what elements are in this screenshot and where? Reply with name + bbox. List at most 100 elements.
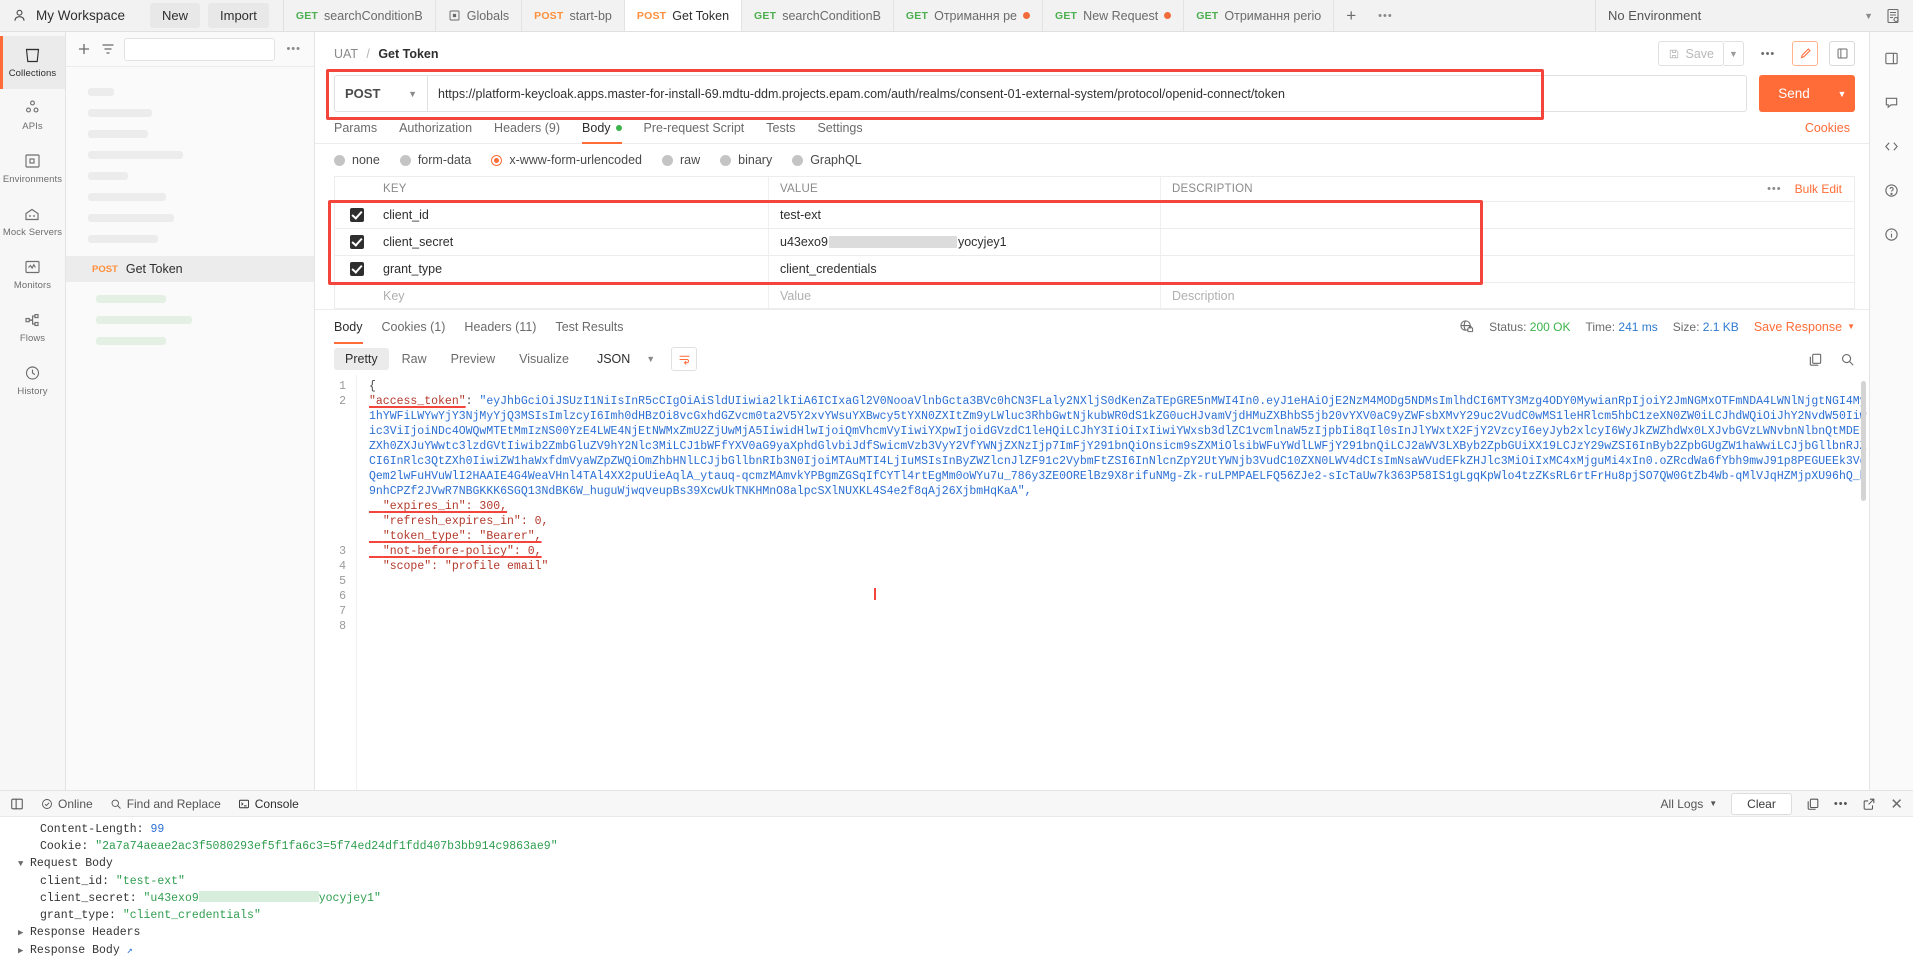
clear-console-button[interactable]: Clear bbox=[1731, 792, 1792, 815]
copy-icon[interactable] bbox=[1808, 352, 1823, 367]
tab-authorization[interactable]: Authorization bbox=[399, 112, 472, 144]
wrap-lines-icon[interactable] bbox=[671, 347, 698, 371]
cell-description-placeholder[interactable]: Description bbox=[1161, 283, 1759, 308]
popout-icon[interactable]: ↗ bbox=[127, 946, 133, 957]
checkbox-icon[interactable] bbox=[350, 235, 364, 249]
cell-description[interactable] bbox=[1161, 256, 1759, 282]
disclosure-triangle-icon[interactable]: ▶ bbox=[18, 925, 30, 942]
row-checkbox-cell[interactable] bbox=[335, 235, 379, 249]
list-item[interactable] bbox=[88, 130, 148, 138]
table-row[interactable]: client_secret u43exo9 yocyjey1 bbox=[334, 228, 1855, 255]
bulk-edit-link[interactable]: Bulk Edit bbox=[1795, 182, 1842, 196]
body-type-raw[interactable]: raw bbox=[662, 153, 700, 167]
request-tab[interactable]: GET searchConditionB bbox=[742, 0, 894, 31]
send-options-caret[interactable]: ▼ bbox=[1829, 75, 1855, 112]
cell-description[interactable] bbox=[1161, 229, 1759, 255]
request-tab[interactable]: GET Отримання ре bbox=[893, 0, 1043, 31]
sidebar-item-flows[interactable]: Flows bbox=[0, 301, 65, 354]
save-response-button[interactable]: Save Response ▼ bbox=[1754, 320, 1855, 334]
import-button[interactable]: Import bbox=[208, 3, 269, 28]
environment-quicklook-icon[interactable] bbox=[1885, 8, 1901, 24]
row-checkbox-cell[interactable] bbox=[335, 262, 379, 276]
console-line[interactable]: Content-Length: 99 bbox=[0, 821, 1913, 838]
filter-icon[interactable] bbox=[100, 41, 116, 57]
response-format-select[interactable]: JSON ▼ bbox=[590, 348, 662, 370]
console-line[interactable]: ▼ Request Body bbox=[0, 855, 1913, 873]
disclosure-triangle-icon[interactable]: ▼ bbox=[18, 856, 30, 873]
list-item[interactable] bbox=[96, 295, 166, 303]
cell-value-placeholder[interactable]: Value bbox=[769, 283, 1161, 308]
plus-icon[interactable] bbox=[76, 41, 92, 57]
sidebar-item-apis[interactable]: APIs bbox=[0, 89, 65, 142]
list-item[interactable] bbox=[88, 193, 166, 201]
sidebar-item-get-token[interactable]: POST Get Token bbox=[66, 256, 314, 282]
console-line[interactable]: client_secret: "u43exo9 yocyjey1" bbox=[0, 890, 1913, 907]
cell-description[interactable] bbox=[1161, 202, 1759, 228]
response-tab-test-results[interactable]: Test Results bbox=[555, 310, 623, 344]
list-item[interactable] bbox=[88, 235, 158, 243]
table-row-placeholder[interactable]: Key Value Description bbox=[334, 282, 1855, 309]
checkbox-icon[interactable] bbox=[350, 262, 364, 276]
send-button[interactable]: Send bbox=[1759, 75, 1829, 112]
cell-value-wrap[interactable]: test-ext bbox=[769, 202, 1161, 228]
console-button[interactable]: Console bbox=[238, 797, 299, 811]
tab-body[interactable]: Body bbox=[582, 112, 622, 144]
copy-icon[interactable] bbox=[1806, 797, 1820, 811]
list-item[interactable] bbox=[88, 88, 114, 96]
layout-icon[interactable] bbox=[10, 797, 24, 811]
request-tab[interactable]: POST Get Token bbox=[624, 0, 743, 31]
close-console-icon[interactable]: ✕ bbox=[1890, 795, 1903, 813]
help-icon[interactable] bbox=[1880, 178, 1904, 202]
request-tab[interactable]: Globals bbox=[435, 0, 523, 31]
url-input[interactable]: https://platform-keycloak.apps.master-fo… bbox=[427, 75, 1747, 112]
request-tab[interactable]: GET searchConditionB bbox=[283, 0, 436, 31]
popout-icon[interactable] bbox=[1862, 797, 1876, 811]
sidebar-toggle-icon[interactable] bbox=[1880, 46, 1904, 70]
sidebar-search-input[interactable] bbox=[124, 37, 276, 61]
cell-key-placeholder[interactable]: Key bbox=[379, 283, 769, 308]
edit-comment-icon[interactable] bbox=[1792, 41, 1818, 66]
list-item[interactable] bbox=[88, 172, 128, 180]
add-tab-button[interactable]: + bbox=[1334, 0, 1368, 31]
tab-headers-9[interactable]: Headers (9) bbox=[494, 112, 560, 144]
save-button[interactable]: Save bbox=[1657, 41, 1724, 66]
tab-tests[interactable]: Tests bbox=[766, 112, 795, 144]
disclosure-triangle-icon[interactable]: ▶ bbox=[18, 943, 30, 960]
table-row[interactable]: client_id test-ext bbox=[334, 201, 1855, 228]
body-type-graphql[interactable]: GraphQL bbox=[792, 153, 862, 167]
find-and-replace-button[interactable]: Find and Replace bbox=[110, 797, 221, 811]
tab-params[interactable]: Params bbox=[334, 112, 377, 144]
list-item[interactable] bbox=[96, 337, 166, 345]
body-type-none[interactable]: none bbox=[334, 153, 380, 167]
breadcrumb-collection[interactable]: UAT bbox=[334, 47, 358, 61]
row-checkbox-cell[interactable] bbox=[335, 208, 379, 222]
list-item[interactable] bbox=[88, 109, 152, 117]
body-type-form-data[interactable]: form-data bbox=[399, 153, 471, 167]
comments-icon[interactable] bbox=[1880, 90, 1904, 114]
sidebar-more-icon[interactable]: ••• bbox=[283, 43, 304, 55]
view-tab-preview[interactable]: Preview bbox=[440, 348, 506, 370]
response-tab-headers-11[interactable]: Headers (11) bbox=[464, 310, 536, 344]
table-row[interactable]: grant_type client_credentials bbox=[334, 255, 1855, 282]
response-body-code[interactable]: 1 2 3 4 5 6 7 8 { "access_token": "eyJhbGciOiJS… bbox=[315, 375, 1869, 790]
console-line[interactable]: Cookie: "2a7a74aeae2ac3f5080293ef5f1fa6c… bbox=[0, 838, 1913, 855]
sidebar-item-history[interactable]: History bbox=[0, 354, 65, 407]
request-tab[interactable]: GET New Request bbox=[1042, 0, 1185, 31]
cell-key[interactable]: grant_type bbox=[379, 256, 769, 282]
save-options-caret[interactable]: ▼ bbox=[1724, 41, 1744, 66]
list-item[interactable] bbox=[88, 151, 183, 159]
search-icon[interactable] bbox=[1840, 352, 1855, 367]
cell-value-wrap[interactable]: client_credentials bbox=[769, 256, 1161, 282]
console-line[interactable]: grant_type: "client_credentials" bbox=[0, 907, 1913, 924]
body-type-x-www-form-urlencoded[interactable]: x-www-form-urlencoded bbox=[491, 153, 642, 167]
online-status[interactable]: Online bbox=[41, 797, 93, 811]
http-method-select[interactable]: POST ▼ bbox=[334, 75, 427, 112]
request-tab[interactable]: GET Отримання perio bbox=[1184, 0, 1335, 31]
environment-selector[interactable]: No Environment ▼ bbox=[1595, 0, 1885, 31]
view-tab-visualize[interactable]: Visualize bbox=[508, 348, 580, 370]
view-tab-pretty[interactable]: Pretty bbox=[334, 348, 389, 370]
console-line[interactable]: ▶ Response Body ↗ bbox=[0, 942, 1913, 960]
list-item[interactable] bbox=[96, 316, 192, 324]
tab-settings[interactable]: Settings bbox=[817, 112, 862, 144]
console-panel[interactable]: Content-Length: 99 Cookie: "2a7a74aeae2ac… bbox=[0, 816, 1913, 969]
